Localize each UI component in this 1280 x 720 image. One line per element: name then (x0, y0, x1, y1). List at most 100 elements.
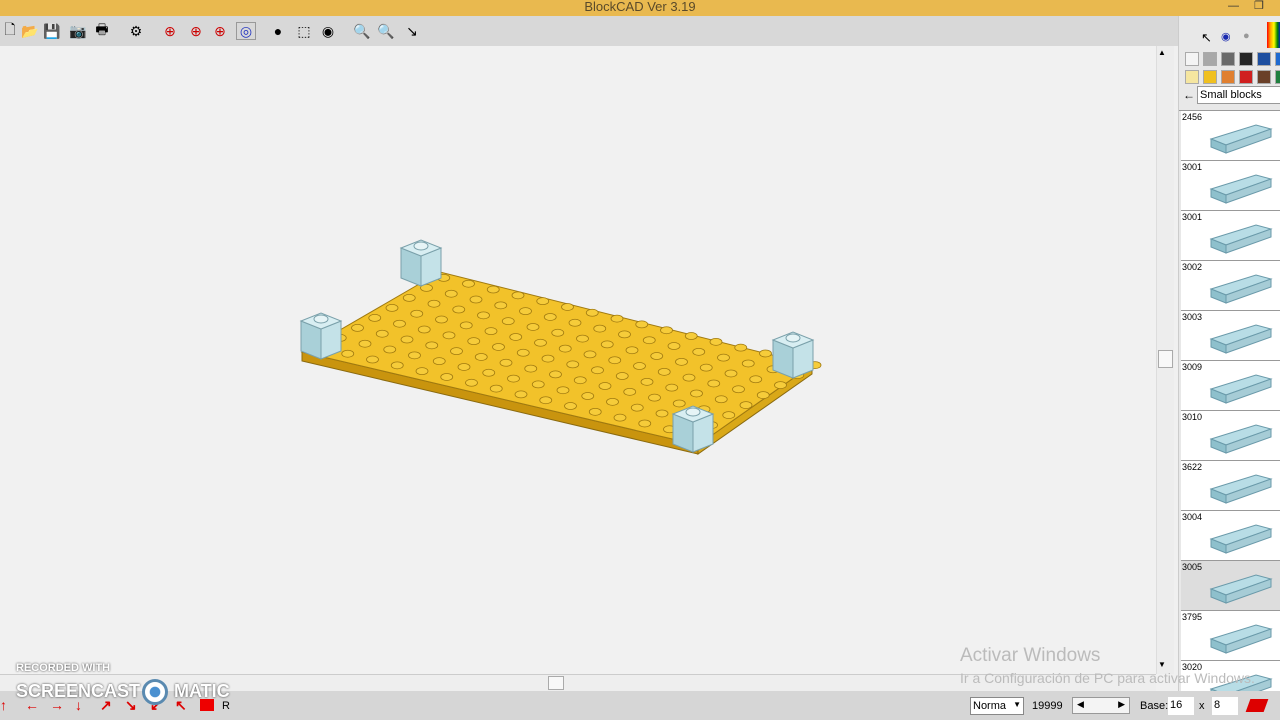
screencast-logo-icon (142, 679, 168, 705)
ball-icon[interactable]: ● (1243, 30, 1250, 42)
eye-icon[interactable]: ◉ (1221, 30, 1231, 43)
stud (642, 336, 656, 345)
plate-model[interactable] (0, 46, 1156, 674)
color-swatch[interactable] (1203, 52, 1217, 66)
stud (756, 391, 770, 399)
stud (699, 363, 713, 372)
view-ball-icon[interactable]: ● (268, 22, 288, 40)
stud (610, 314, 624, 323)
maximize-button[interactable]: ❐ (1254, 0, 1264, 13)
stud (618, 330, 631, 339)
stud (459, 321, 473, 330)
color-swatch[interactable] (1257, 70, 1271, 84)
color-swatch[interactable] (1275, 52, 1280, 66)
stud (531, 380, 545, 389)
color-swatch[interactable] (1185, 52, 1199, 66)
stud (450, 347, 463, 356)
part-item[interactable]: 3009 (1181, 361, 1280, 411)
mode-select[interactable]: Norma ▼ (970, 697, 1024, 715)
stud (375, 329, 389, 338)
rotate-free-icon[interactable]: ◎ (236, 22, 256, 40)
part-item[interactable]: 3795 (1181, 611, 1280, 661)
move-arrow-icon[interactable]: ↑ (0, 697, 7, 713)
stud (625, 346, 639, 355)
part-number: 3010 (1182, 412, 1203, 422)
part-number: 3795 (1182, 612, 1203, 622)
save-icon[interactable]: 💾 (42, 22, 62, 40)
red-brick-icon[interactable] (1245, 699, 1269, 712)
color-swatch[interactable] (1257, 52, 1271, 66)
part-item[interactable]: 3001 (1181, 211, 1280, 261)
part-item[interactable]: 3005 (1181, 561, 1280, 611)
rotate-z-icon[interactable]: ⊕ (210, 22, 230, 40)
settings-icon[interactable]: ⚙ (126, 22, 146, 40)
scroll-up-arrow[interactable]: ▲ (1158, 48, 1166, 57)
zoom-in-icon[interactable]: 🔍 (352, 22, 372, 40)
scroll-down-arrow[interactable]: ▼ (1158, 660, 1166, 669)
stud (615, 372, 629, 380)
stud (410, 309, 424, 318)
color-swatch[interactable] (1221, 52, 1235, 66)
stud (650, 352, 664, 360)
part-item[interactable]: 3002 (1181, 261, 1280, 311)
stud (657, 367, 671, 376)
stud (400, 335, 414, 344)
minimize-button[interactable]: — (1228, 0, 1239, 13)
part-item[interactable]: 3004 (1181, 511, 1280, 561)
stud (564, 402, 577, 410)
color-swatch[interactable] (1221, 70, 1235, 84)
base-height-input[interactable]: 8 (1212, 697, 1238, 715)
recorder-label: RECORDED WITH (16, 662, 111, 674)
part-item[interactable]: 2456 (1181, 111, 1280, 161)
part-item[interactable]: 3010 (1181, 411, 1280, 461)
wireframe-icon[interactable]: ⬚ (294, 22, 314, 40)
color-swatch[interactable] (1203, 70, 1217, 84)
category-select[interactable]: Small blocks (1197, 86, 1280, 104)
stud (734, 343, 748, 352)
count-stepper[interactable]: ◀ ▶ (1072, 697, 1130, 714)
eraser-icon[interactable]: ↘ (402, 22, 422, 40)
stud (383, 345, 397, 354)
back-arrow-icon[interactable]: ← (1183, 88, 1195, 102)
color-swatch[interactable] (1239, 52, 1253, 66)
stud (576, 334, 589, 343)
window-title: BlockCAD Ver 3.19 (584, 0, 696, 14)
part-item[interactable]: 3622 (1181, 461, 1280, 511)
new-icon[interactable]: 🗋 (0, 21, 20, 40)
stud (739, 401, 753, 409)
stud (588, 407, 602, 416)
3d-viewport[interactable] (0, 46, 1156, 674)
camera-icon[interactable]: 📷 (68, 22, 88, 40)
brick-stud (313, 314, 329, 324)
color-swatch[interactable] (1185, 70, 1199, 84)
stud (393, 319, 406, 328)
part-item[interactable]: 3003 (1181, 311, 1280, 361)
base-width-input[interactable]: 16 (1168, 697, 1194, 715)
stud (759, 349, 772, 358)
parts-panel: ↖ ◉ ● ← Small blocks 2456 3001 3001 3002 300… (1178, 16, 1280, 691)
rotate-y-icon[interactable]: ⊕ (160, 22, 180, 40)
part-item[interactable]: 3001 (1181, 161, 1280, 211)
color-swatch[interactable] (1275, 70, 1280, 84)
vertical-scrollbar[interactable]: ▲ ▼ (1156, 46, 1174, 674)
stud (648, 393, 661, 402)
zoom-out-icon[interactable]: 🔍 (376, 22, 396, 40)
scroll-thumb[interactable] (1158, 350, 1173, 368)
stud (749, 375, 763, 384)
stud (561, 303, 574, 311)
hscroll-thumb[interactable] (548, 676, 564, 690)
color-swatch[interactable] (1239, 70, 1253, 84)
stud (556, 386, 570, 395)
print-icon[interactable]: 🖶 (92, 21, 112, 40)
part-number: 2456 (1182, 112, 1203, 122)
stud (489, 384, 503, 393)
brick-stud (413, 241, 429, 251)
stud (707, 379, 721, 388)
stud (598, 382, 612, 390)
eye-icon[interactable]: ◉ (318, 22, 338, 40)
pointer-icon[interactable]: ↖ (1201, 30, 1212, 46)
rainbow-icon[interactable] (1267, 22, 1280, 48)
part-number: 3009 (1182, 362, 1203, 372)
rotate-x-icon[interactable]: ⊕ (186, 22, 206, 40)
open-icon[interactable]: 📂 (20, 22, 40, 40)
